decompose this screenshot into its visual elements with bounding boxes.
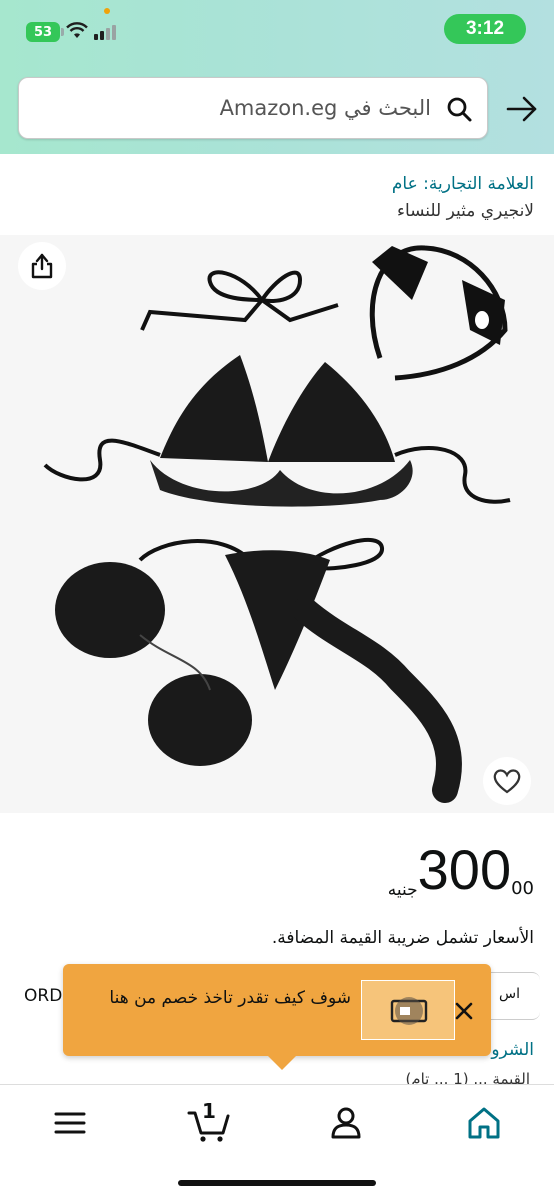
home-button[interactable] (464, 1103, 504, 1143)
partial-terms-link[interactable]: الشرو (491, 1040, 534, 1060)
search-input[interactable]: البحث في Amazon.eg (18, 77, 488, 139)
battery-indicator: 53 (26, 22, 64, 42)
coupon-icon (390, 997, 428, 1025)
cart-count-badge: 1 (202, 1099, 216, 1123)
status-time: 3:12 (444, 14, 526, 44)
product-title: لانجيري مثير للنساء (396, 201, 534, 221)
search-placeholder: البحث في Amazon.eg (219, 96, 431, 120)
battery-level: 53 (33, 24, 53, 40)
privacy-dot (104, 8, 110, 14)
product-image[interactable] (0, 235, 554, 813)
app-header: 53 3:12 البحث في Amazon.eg (0, 0, 554, 154)
close-icon (455, 1002, 473, 1020)
share-icon (31, 253, 53, 279)
partial-quantity-text: القيمة ... (1 ... تام) (405, 1070, 530, 1084)
menu-icon (54, 1112, 86, 1134)
search-icon[interactable] (445, 95, 473, 123)
coupon-tooltip[interactable]: شوف كيف تقدر تاخذ خصم من هنا (63, 964, 491, 1070)
cart-button[interactable]: 1 (186, 1099, 232, 1143)
cellular-signal-icon (94, 22, 120, 40)
vat-note: الأسعار تشمل ضريبة القيمة المضافة. (271, 928, 534, 948)
menu-button[interactable] (50, 1103, 90, 1143)
wishlist-button[interactable] (483, 757, 531, 805)
close-tooltip-button[interactable] (451, 998, 477, 1024)
partial-order-text: ORD (24, 986, 63, 1006)
user-icon (331, 1107, 361, 1139)
account-button[interactable] (326, 1103, 366, 1143)
home-icon (468, 1107, 500, 1139)
coupon-highlight[interactable] (361, 980, 455, 1040)
price-whole: 300 (417, 838, 512, 901)
wifi-icon (66, 22, 88, 38)
home-indicator (178, 1180, 376, 1186)
price-fraction: 00 (511, 878, 534, 899)
brand-link[interactable]: العلامة التجارية: عام (392, 174, 534, 194)
heart-icon (493, 769, 521, 794)
partial-option-text: اس (499, 986, 520, 1002)
forward-arrow-icon[interactable] (505, 94, 539, 124)
status-bar: 53 3:12 (0, 0, 554, 60)
price-currency: جنيه (387, 880, 418, 900)
product-price: 00 300 جنيه (384, 838, 534, 901)
tooltip-text: شوف كيف تقدر تاخذ خصم من هنا (109, 988, 351, 1008)
share-button[interactable] (18, 242, 66, 290)
